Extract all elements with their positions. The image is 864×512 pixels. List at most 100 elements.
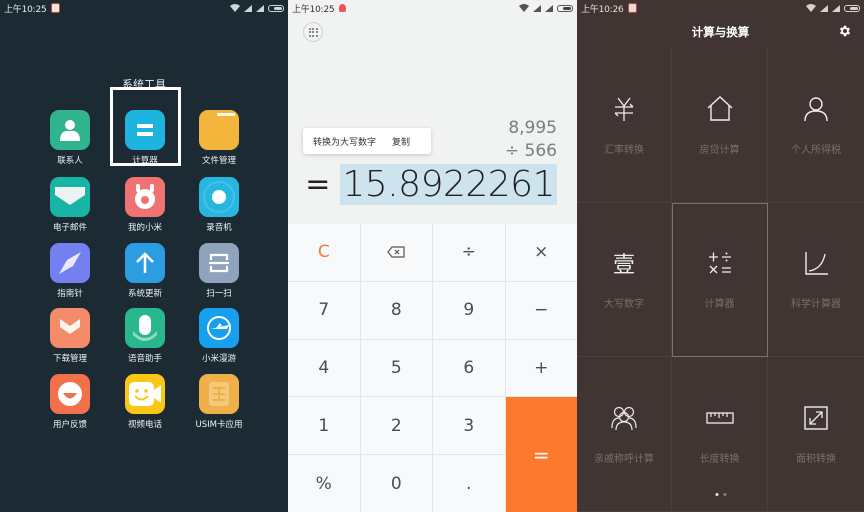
app-compass[interactable]: 指南针: [35, 243, 105, 299]
signal-icon: [244, 4, 252, 12]
app-label: 视频电话: [127, 420, 162, 430]
app-label: 下载管理: [52, 354, 87, 364]
app-label: 指南针: [57, 289, 83, 299]
app-folder[interactable]: 文件管理: [184, 110, 254, 166]
app-feedback-smile[interactable]: 用户反馈: [35, 374, 105, 430]
compass-icon: [50, 243, 90, 283]
settings-gear-icon[interactable]: [838, 24, 852, 38]
signal-icon-2: [256, 4, 264, 12]
signal-icon: [533, 4, 541, 12]
key-6[interactable]: 6: [433, 339, 505, 397]
app-email[interactable]: 电子邮件: [35, 177, 105, 233]
tile-chinese-numeral[interactable]: 壹大写数字: [577, 203, 672, 357]
plane-roaming-icon: [199, 308, 239, 348]
key-1[interactable]: 1: [288, 397, 360, 455]
video-call-icon: [125, 374, 165, 414]
app-plane-roaming[interactable]: 小米漫游: [184, 308, 254, 364]
result-equals-sign: =: [305, 167, 331, 202]
chinese-numeral-icon: 壹: [610, 249, 638, 281]
folder-icon: [199, 110, 239, 150]
tile-currency-exchange[interactable]: 汇率转换: [577, 48, 672, 203]
menu-grid-button[interactable]: [303, 22, 323, 42]
key-5[interactable]: 5: [360, 339, 432, 397]
app-contacts[interactable]: 联系人: [35, 110, 105, 166]
app-label: 用户反馈: [52, 420, 87, 430]
tile-family[interactable]: 亲戚称呼计算: [577, 357, 672, 512]
status-bar: 上午10:26: [577, 0, 864, 16]
key-clear[interactable]: C: [288, 224, 360, 281]
tile-house[interactable]: 房贷计算: [672, 48, 768, 203]
tile-label: 计算器: [704, 299, 735, 310]
tile-label: 亲戚称呼计算: [594, 453, 654, 465]
battery-icon: [268, 4, 284, 12]
key-7[interactable]: 7: [288, 281, 360, 339]
app-recorder[interactable]: 录音机: [184, 177, 254, 233]
status-time: 上午10:26: [581, 4, 624, 15]
tile-calculator-ops[interactable]: 计算器: [672, 203, 768, 357]
app-video-call[interactable]: 视频电话: [110, 374, 180, 430]
signal-icon-2: [832, 4, 840, 12]
app-label: 电子邮件: [52, 223, 87, 233]
wifi-icon: [519, 4, 529, 12]
result-value[interactable]: 15.8922261: [340, 164, 557, 205]
status-time: 上午10:25: [4, 4, 47, 15]
key-divide[interactable]: ÷: [433, 224, 505, 281]
app-mi-bunny[interactable]: 我的小米: [110, 177, 180, 233]
page-indicator: [715, 493, 726, 496]
grid-dots-icon: [308, 27, 318, 37]
result-row: = 15.8922261: [305, 164, 557, 205]
status-time: 上午10:25: [292, 4, 335, 15]
family-icon: [610, 404, 638, 436]
key-minus[interactable]: −: [505, 281, 577, 339]
key-2[interactable]: 2: [360, 397, 432, 455]
app-label: 扫一扫: [206, 289, 232, 299]
calculator-ops-icon: [706, 249, 734, 281]
tile-curve-chart[interactable]: 科学计算器: [768, 203, 864, 357]
tile-ruler[interactable]: 长度转换: [672, 357, 768, 512]
key-plus[interactable]: +: [505, 339, 577, 397]
calculator-panel: 上午10:25 8,995 ÷ 566 转换为大写数字 复制 = 15.8922…: [288, 0, 577, 512]
app-label: USIM卡应用: [195, 420, 243, 430]
app-sim-card[interactable]: USIM卡应用: [184, 374, 254, 430]
key-backspace[interactable]: [360, 224, 432, 281]
app-label: 语音助手: [127, 354, 162, 364]
key-decimal[interactable]: .: [433, 455, 505, 512]
key-multiply[interactable]: ×: [505, 224, 577, 281]
key-8[interactable]: 8: [360, 281, 432, 339]
home-screen-panel: 上午10:25 系统工具 联系人 计算器 文件管理 电子邮件 我的小米 录音机 指南针 系统更…: [0, 0, 288, 512]
tile-person[interactable]: 个人所得税: [768, 48, 864, 203]
key-3[interactable]: 3: [433, 397, 505, 455]
key-0[interactable]: 0: [360, 455, 432, 512]
app-download[interactable]: 下载管理: [35, 308, 105, 364]
house-icon: [706, 95, 734, 127]
microphone-icon: [125, 308, 165, 348]
page-title: 计算与换算: [691, 25, 750, 39]
app-microphone[interactable]: 语音助手: [110, 308, 180, 364]
resize-arrows-icon: [802, 404, 830, 436]
tile-label: 科学计算器: [791, 299, 841, 310]
convert-uppercase-button[interactable]: 转换为大写数字: [313, 135, 376, 148]
wifi-icon: [230, 4, 240, 12]
copy-button[interactable]: 复制: [392, 135, 410, 148]
tile-label: 大写数字: [604, 299, 644, 310]
svg-text:壹: 壹: [613, 253, 635, 277]
tile-resize-arrows[interactable]: 面积转换: [768, 357, 864, 512]
calculator-highlight-box: [110, 87, 181, 166]
expression-operator-line: ÷ 566: [504, 141, 557, 161]
status-bar: 上午10:25: [0, 0, 288, 16]
key-9[interactable]: 9: [433, 281, 505, 339]
tile-label: 长度转换: [699, 453, 740, 465]
key-equals[interactable]: =: [505, 397, 577, 512]
app-update-arrow[interactable]: 系统更新: [110, 243, 180, 299]
recorder-icon: [199, 177, 239, 217]
tile-label: 个人所得税: [791, 144, 841, 156]
app-scan[interactable]: 扫一扫: [184, 243, 254, 299]
signal-icon-2: [545, 4, 553, 12]
tile-label: 房贷计算: [699, 144, 740, 156]
backspace-icon: [387, 246, 405, 258]
key-percent[interactable]: %: [288, 455, 360, 512]
app-label: 我的小米: [127, 223, 162, 233]
contacts-icon: [50, 110, 90, 150]
keypad: C ÷ × 7 8 9− 4 5 6 +1 2 3 =% 0.: [288, 224, 577, 512]
key-4[interactable]: 4: [288, 339, 360, 397]
